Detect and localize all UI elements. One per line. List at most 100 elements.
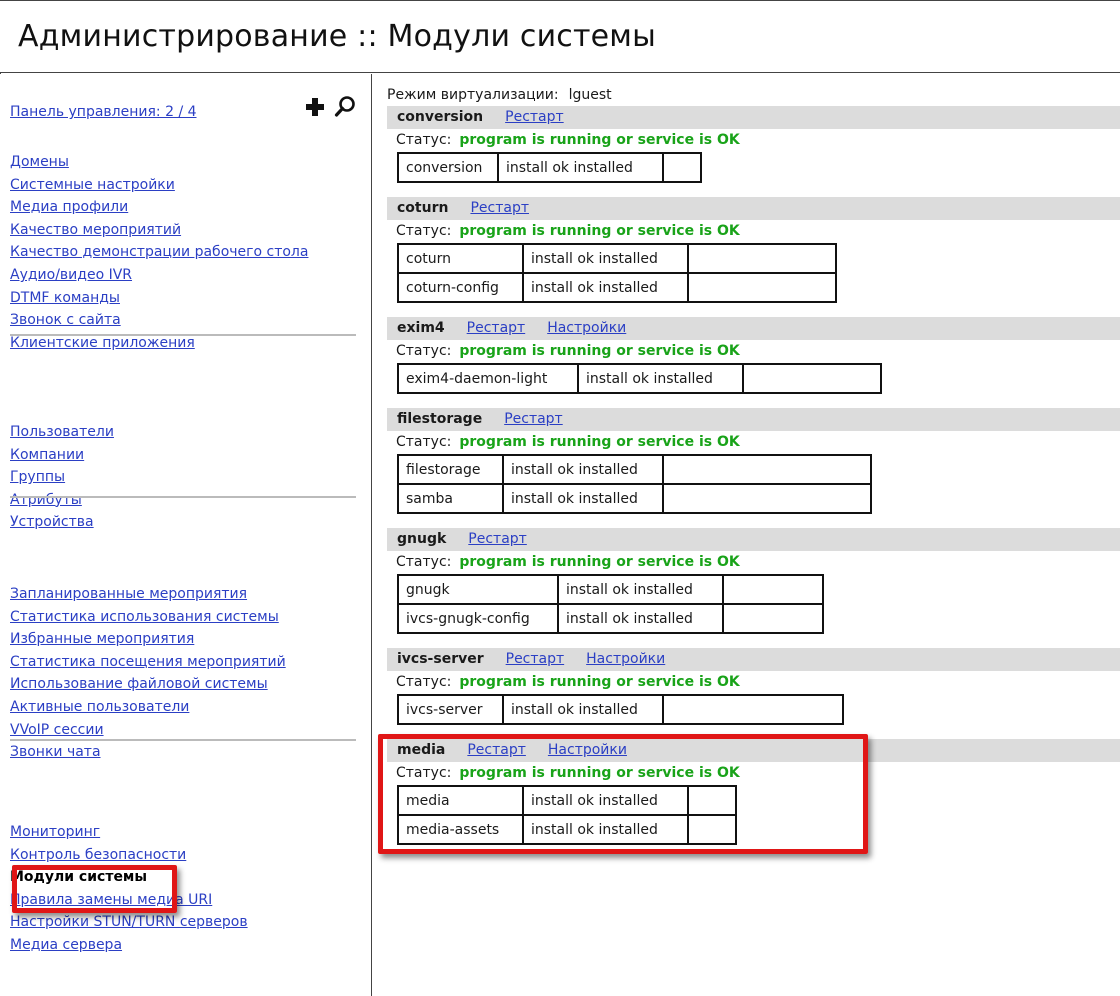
module-status: Статус: program is running or service is …	[387, 129, 1120, 152]
nav-item-link[interactable]: Настройки STUN/TURN серверов	[10, 914, 248, 930]
restart-link[interactable]: Рестарт	[504, 408, 563, 431]
page-header: Администрирование :: Модули системы	[0, 0, 1120, 73]
module-gnugk: gnugk Рестарт Статус: program is running or…	[387, 528, 1120, 648]
module-header: filestorage Рестарт	[387, 408, 1120, 431]
packages-table: filestorage install ok installed samba inst…	[397, 454, 872, 514]
package-name: ivcs-server	[397, 694, 504, 725]
nav-item-link[interactable]: Качество мероприятий	[10, 222, 181, 238]
sidebar-top: Панель управления: 2 / 4	[10, 96, 360, 122]
nav-item-link[interactable]: Избранные мероприятия	[10, 631, 194, 647]
nav-item: Компании	[10, 443, 360, 466]
table-row: coturn-config install ok installed	[397, 272, 837, 303]
search-icon[interactable]	[334, 94, 356, 120]
nav-item: DTMF команды	[10, 286, 360, 309]
control-panel-link[interactable]: Панель управления: 2 / 4	[10, 104, 197, 120]
packages-table: gnugk install ok installed ivcs-gnugk-conf…	[397, 574, 824, 634]
nav-item-link[interactable]: Домены	[10, 154, 69, 170]
nav-item-link[interactable]: Медиа сервера	[10, 937, 122, 953]
nav-item: Мониторинг	[10, 820, 360, 843]
nav-item: Статистика посещения мероприятий	[10, 650, 360, 673]
nav-item-link[interactable]: Качество демонстрации рабочего стола	[10, 244, 308, 260]
virt-label: Режим виртуализации:	[387, 87, 559, 103]
nav-item-link[interactable]: Звонки чата	[10, 744, 101, 760]
status-label: Статус:	[396, 434, 452, 450]
nav-item-link[interactable]: Устройства	[10, 514, 94, 530]
nav-item-link[interactable]: Статистика использования системы	[10, 609, 279, 625]
package-state: install ok installed	[557, 603, 724, 634]
nav-item: Запланированные мероприятия	[10, 582, 360, 605]
restart-link[interactable]: Рестарт	[505, 106, 564, 129]
packages-table: coturn install ok installed coturn-config i…	[397, 243, 837, 303]
nav-item-link[interactable]: Запланированные мероприятия	[10, 586, 247, 602]
module-gap	[387, 303, 1120, 317]
module-header: exim4 Рестарт Настройки	[387, 317, 1120, 340]
nav-item: Аудио/видео IVR	[10, 263, 360, 286]
nav-item-link[interactable]: Звонок с сайта	[10, 312, 121, 328]
nav-separator	[10, 334, 356, 336]
module-gap	[387, 634, 1120, 648]
nav-item-link[interactable]: Контроль безопасности	[10, 847, 186, 863]
nav-item-link[interactable]: Атрибуты	[10, 492, 82, 508]
restart-link[interactable]: Рестарт	[506, 648, 565, 671]
package-state: install ok installed	[502, 694, 664, 725]
settings-link[interactable]: Настройки	[586, 648, 665, 671]
table-row: filestorage install ok installed	[397, 454, 872, 485]
nav-item: Настройки STUN/TURN серверов	[10, 910, 360, 933]
nav-item: Медиа сервера	[10, 933, 360, 956]
nav-item-link[interactable]: Клиентские приложения	[10, 335, 195, 351]
sidebar-tools	[304, 92, 356, 122]
nav-item: Статистика использования системы	[10, 605, 360, 628]
nav-item-link[interactable]: Активные пользователи	[10, 699, 189, 715]
package-extra	[662, 152, 702, 183]
nav-item-link[interactable]: DTMF команды	[10, 290, 120, 306]
nav-group-1: Домены Системные настройки Медиа профили Ка…	[10, 150, 360, 353]
package-state: install ok installed	[522, 243, 689, 274]
restart-link[interactable]: Рестарт	[470, 197, 529, 220]
nav-item: Домены	[10, 150, 360, 173]
sidebar: Панель управления: 2 / 4 Домены Системные…	[0, 74, 372, 996]
module-status: Статус: program is running or service is …	[387, 340, 1120, 363]
nav-item-link[interactable]: Группы	[10, 469, 65, 485]
nav-item-link[interactable]: Аудио/видео IVR	[10, 267, 132, 283]
status-value: program is running or service is OK	[459, 674, 740, 690]
packages-table: exim4-daemon-light install ok installed	[397, 363, 882, 394]
nav-item-link[interactable]: Медиа профили	[10, 199, 128, 215]
table-row: gnugk install ok installed	[397, 574, 824, 605]
nav-item: Качество демонстрации рабочего стола	[10, 240, 360, 263]
restart-link[interactable]: Рестарт	[468, 528, 527, 551]
status-label: Статус:	[396, 132, 452, 148]
nav-item-link[interactable]: Компании	[10, 447, 84, 463]
restart-link[interactable]: Рестарт	[467, 317, 526, 340]
nav-item-link[interactable]: Использование файловой системы	[10, 676, 268, 692]
packages-table: conversion install ok installed	[397, 152, 702, 183]
package-name: coturn	[397, 243, 524, 274]
module-conversion: conversion Рестарт Статус: program is runni…	[387, 106, 1120, 197]
table-row: ivcs-server install ok installed	[397, 694, 844, 725]
nav-group-3: Запланированные мероприятия Статистика ис…	[10, 582, 360, 763]
nav-item-link[interactable]: Статистика посещения мероприятий	[10, 654, 286, 670]
module-header: conversion Рестарт	[387, 106, 1120, 129]
nav-item: Медиа профили	[10, 195, 360, 218]
module-ivcs-server: ivcs-server Рестарт Настройки Статус: progra…	[387, 648, 1120, 739]
module-name: exim4	[397, 320, 445, 336]
nav-item-link[interactable]: Мониторинг	[10, 824, 100, 840]
settings-link[interactable]: Настройки	[547, 317, 626, 340]
package-extra	[662, 483, 872, 514]
status-value: program is running or service is OK	[459, 132, 740, 148]
plus-icon[interactable]	[304, 94, 326, 120]
package-extra	[662, 694, 844, 725]
nav-item-link[interactable]: Системные настройки	[10, 177, 175, 193]
nav-item-link[interactable]: VVoIP сессии	[10, 722, 104, 738]
highlight-ivcs-server	[378, 734, 868, 854]
nav-item: VVoIP сессии	[10, 718, 360, 741]
nav-item: Звонок с сайта	[10, 308, 360, 331]
module-name: gnugk	[397, 531, 447, 547]
module-status: Статус: program is running or service is …	[387, 551, 1120, 574]
nav-item: Группы	[10, 465, 360, 488]
package-extra	[722, 574, 824, 605]
package-name: exim4-daemon-light	[397, 363, 579, 394]
nav-item-link[interactable]: Пользователи	[10, 424, 114, 440]
nav-item: Контроль безопасности	[10, 843, 360, 866]
package-name: coturn-config	[397, 272, 524, 303]
nav-separator	[10, 496, 356, 498]
